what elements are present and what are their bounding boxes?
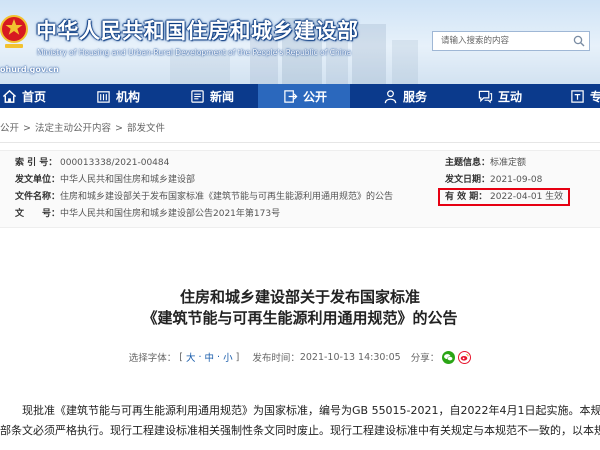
institution-icon xyxy=(96,89,111,104)
info-label: 有 效 期： xyxy=(445,192,488,202)
nav-item-label: 专 xyxy=(590,89,600,104)
breadcrumb: 公开 > 法定主动公开内容 > 部发文件 xyxy=(0,120,165,134)
article-title-line-2: 《建筑节能与可再生能源利用通用规范》的公告 xyxy=(142,309,458,327)
info-label: 主题信息： xyxy=(445,158,491,168)
info-label: 发文单位： xyxy=(15,175,61,185)
breadcrumb-separator: > xyxy=(115,123,123,134)
nav-item-institution[interactable]: 机构 xyxy=(96,84,140,108)
nav-item-label: 新闻 xyxy=(210,89,235,104)
info-row-validity: 有 效 期： 2022-04-01 生效 xyxy=(438,188,571,206)
info-value: 中华人民共和国住房和城乡建设部公告2021年第173号 xyxy=(60,209,281,219)
body-text: 现批准《建筑节能与可再生能源利用通用规范》为国家标准，编号为GB 55015-2… xyxy=(22,404,450,417)
info-row-document-number: 文 号：中华人民共和国住房和城乡建设部公告2021年第173号 xyxy=(15,208,280,220)
search-input[interactable] xyxy=(433,32,567,50)
info-row-issuing-unit: 发文单位：中华人民共和国住房和城乡建设部 xyxy=(15,174,195,186)
body-text-underlined: 部条文必须严格执行。现行工程建设标准相关强制性条文同时废止。现行工程建设标准中有… xyxy=(0,424,600,438)
breadcrumb-item-statutory-disclosure[interactable]: 法定主动公开内容 xyxy=(35,123,111,134)
home-icon xyxy=(2,89,17,104)
national-emblem-icon[interactable] xyxy=(0,13,30,51)
nav-item-topic[interactable]: 专 xyxy=(570,84,600,108)
nav-item-interaction[interactable]: 互动 xyxy=(478,84,522,108)
nav-item-public-info[interactable]: 公开 xyxy=(258,84,350,108)
search-box xyxy=(432,31,590,51)
font-size-label: 选择字体： xyxy=(128,353,177,364)
search-icon[interactable] xyxy=(573,35,585,47)
info-row-index-number: 索 引 号： 000013338/2021-00484 xyxy=(15,157,169,169)
font-size-large-link[interactable]: 大 xyxy=(186,350,196,364)
info-label: 索 引 号： xyxy=(15,158,58,168)
info-row-issue-date: 发文日期：2021-09-08 xyxy=(445,174,542,186)
nav-item-news[interactable]: 新闻 xyxy=(190,84,234,108)
wechat-icon[interactable] xyxy=(442,350,456,364)
nav-item-service[interactable]: 服务 xyxy=(383,84,427,108)
info-row-topic: 主题信息：标准定额 xyxy=(445,157,526,169)
interaction-icon xyxy=(478,89,493,104)
news-icon xyxy=(190,89,205,104)
body-paragraph-line-1: 现批准《建筑节能与可再生能源利用通用规范》为国家标准，编号为GB 55015-2… xyxy=(22,403,600,418)
font-size-separator: · xyxy=(198,351,202,363)
article-title-line-1: 住房和城乡建设部关于发布国家标准 xyxy=(179,288,420,306)
font-size-separator: · xyxy=(217,351,221,363)
breadcrumb-item-public[interactable]: 公开 xyxy=(0,123,19,134)
info-value: 中华人民共和国住房和城乡建设部 xyxy=(60,175,196,185)
service-icon xyxy=(383,89,398,104)
document-info-panel: 索 引 号： 000013338/2021-00484 发文单位：中华人民共和国住… xyxy=(0,150,600,228)
site-title[interactable]: 中华人民共和国住房和城乡建设部 xyxy=(36,15,359,45)
info-value: 标准定额 xyxy=(490,158,527,168)
info-label: 发文日期： xyxy=(445,175,491,185)
bracket-open: [ xyxy=(179,351,183,363)
info-label: 文件名称： xyxy=(15,192,61,202)
publish-time-label: 发布时间： xyxy=(252,353,300,364)
info-value: 住房和城乡建设部关于发布国家标准《建筑节能与可再生能源利用通用规范》的公告 xyxy=(60,192,394,202)
breadcrumb-separator: > xyxy=(23,123,31,134)
nav-item-label: 首页 xyxy=(22,89,47,104)
site-domain: ohurd.gov.cn xyxy=(0,65,59,74)
main-nav: 首页 机构 新闻 公开 服务 互动 专 xyxy=(0,84,600,108)
nav-item-home[interactable]: 首页 xyxy=(2,84,46,108)
body-text-underlined: 自2022年4月1日起实施。本规范为强制性工程建设规范，全 xyxy=(449,404,600,418)
bracket-close: ] xyxy=(235,351,240,363)
info-label: 文 号： xyxy=(15,209,61,219)
publish-time: 2021-10-13 14:30:05 xyxy=(299,351,401,363)
info-row-document-name: 文件名称：住房和城乡建设部关于发布国家标准《建筑节能与可再生能源利用通用规范》的… xyxy=(15,191,393,203)
public-info-icon xyxy=(283,89,298,104)
article-meta: 选择字体： [ 大 · 中 · 小 ] 发布时间： 2021-10-13 14:… xyxy=(0,350,600,364)
page: 中华人民共和国住房和城乡建设部 Ministry of Housing and … xyxy=(0,0,600,450)
body-paragraph-line-2: 部条文必须严格执行。现行工程建设标准相关强制性条文同时废止。现行工程建设标准中有… xyxy=(0,423,600,438)
breadcrumb-item-ministry-documents[interactable]: 部发文件 xyxy=(127,123,165,134)
info-value: 2022-04-01 生效 xyxy=(490,192,564,202)
divider xyxy=(0,142,600,143)
info-value: 000013338/2021-00484 xyxy=(60,158,170,168)
font-size-small-link[interactable]: 小 xyxy=(223,350,233,364)
weibo-icon[interactable] xyxy=(458,350,472,364)
nav-item-label: 服务 xyxy=(403,89,428,104)
nav-item-label: 互动 xyxy=(498,89,523,104)
topic-icon xyxy=(570,89,585,104)
share-label: 分享： xyxy=(410,353,440,364)
nav-item-label: 机构 xyxy=(116,89,141,104)
nav-item-label: 公开 xyxy=(303,89,328,104)
info-value: 2021-09-08 xyxy=(490,175,543,185)
font-size-medium-link[interactable]: 中 xyxy=(205,350,215,364)
site-header: 中华人民共和国住房和城乡建设部 Ministry of Housing and … xyxy=(0,0,600,84)
site-subtitle: Ministry of Housing and Urban-Rural Deve… xyxy=(37,48,352,57)
